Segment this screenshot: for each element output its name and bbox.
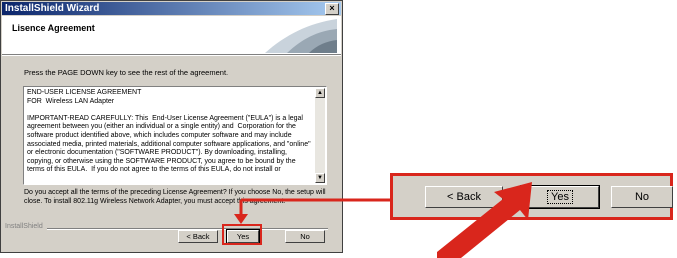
yes-highlight-box [222,224,262,245]
header-title: Lisence Agreement [12,23,95,33]
wizard-header: Lisence Agreement [2,16,341,55]
eula-text: END-USER LICENSE AGREEMENT FOR Wireless … [27,89,311,174]
header-divider [2,55,341,56]
zoom-callout: < Back Yes No [390,173,673,220]
installshield-window: InstallShield Wizard × Lisence Agreement… [0,0,343,253]
back-button[interactable]: < Back [178,230,218,243]
zoom-back-button: < Back [425,186,503,208]
no-button[interactable]: No [285,230,325,243]
accept-question: Do you accept all the terms of the prece… [24,189,326,205]
window-title: InstallShield Wizard [5,3,100,14]
zoom-back-label: < Back [447,191,481,203]
wizard-swoosh-icon [265,19,337,53]
instruction-text: Press the PAGE DOWN key to see the rest … [24,68,229,77]
eula-textbox[interactable]: END-USER LICENSE AGREEMENT FOR Wireless … [23,86,327,185]
zoom-no-label: No [634,191,650,203]
eula-scrollbar[interactable]: ▲ ▼ [315,88,325,183]
zoom-no-button: No [611,186,673,208]
installshield-brand: InstallShield [5,223,45,230]
scroll-down-arrow-icon[interactable]: ▼ [315,173,325,183]
zoom-yes-label: Yes [547,190,573,204]
scroll-up-arrow-icon[interactable]: ▲ [315,88,325,98]
close-button[interactable]: × [325,3,339,15]
zoom-yes-button: Yes [520,185,600,209]
title-bar: InstallShield Wizard × [2,2,341,15]
